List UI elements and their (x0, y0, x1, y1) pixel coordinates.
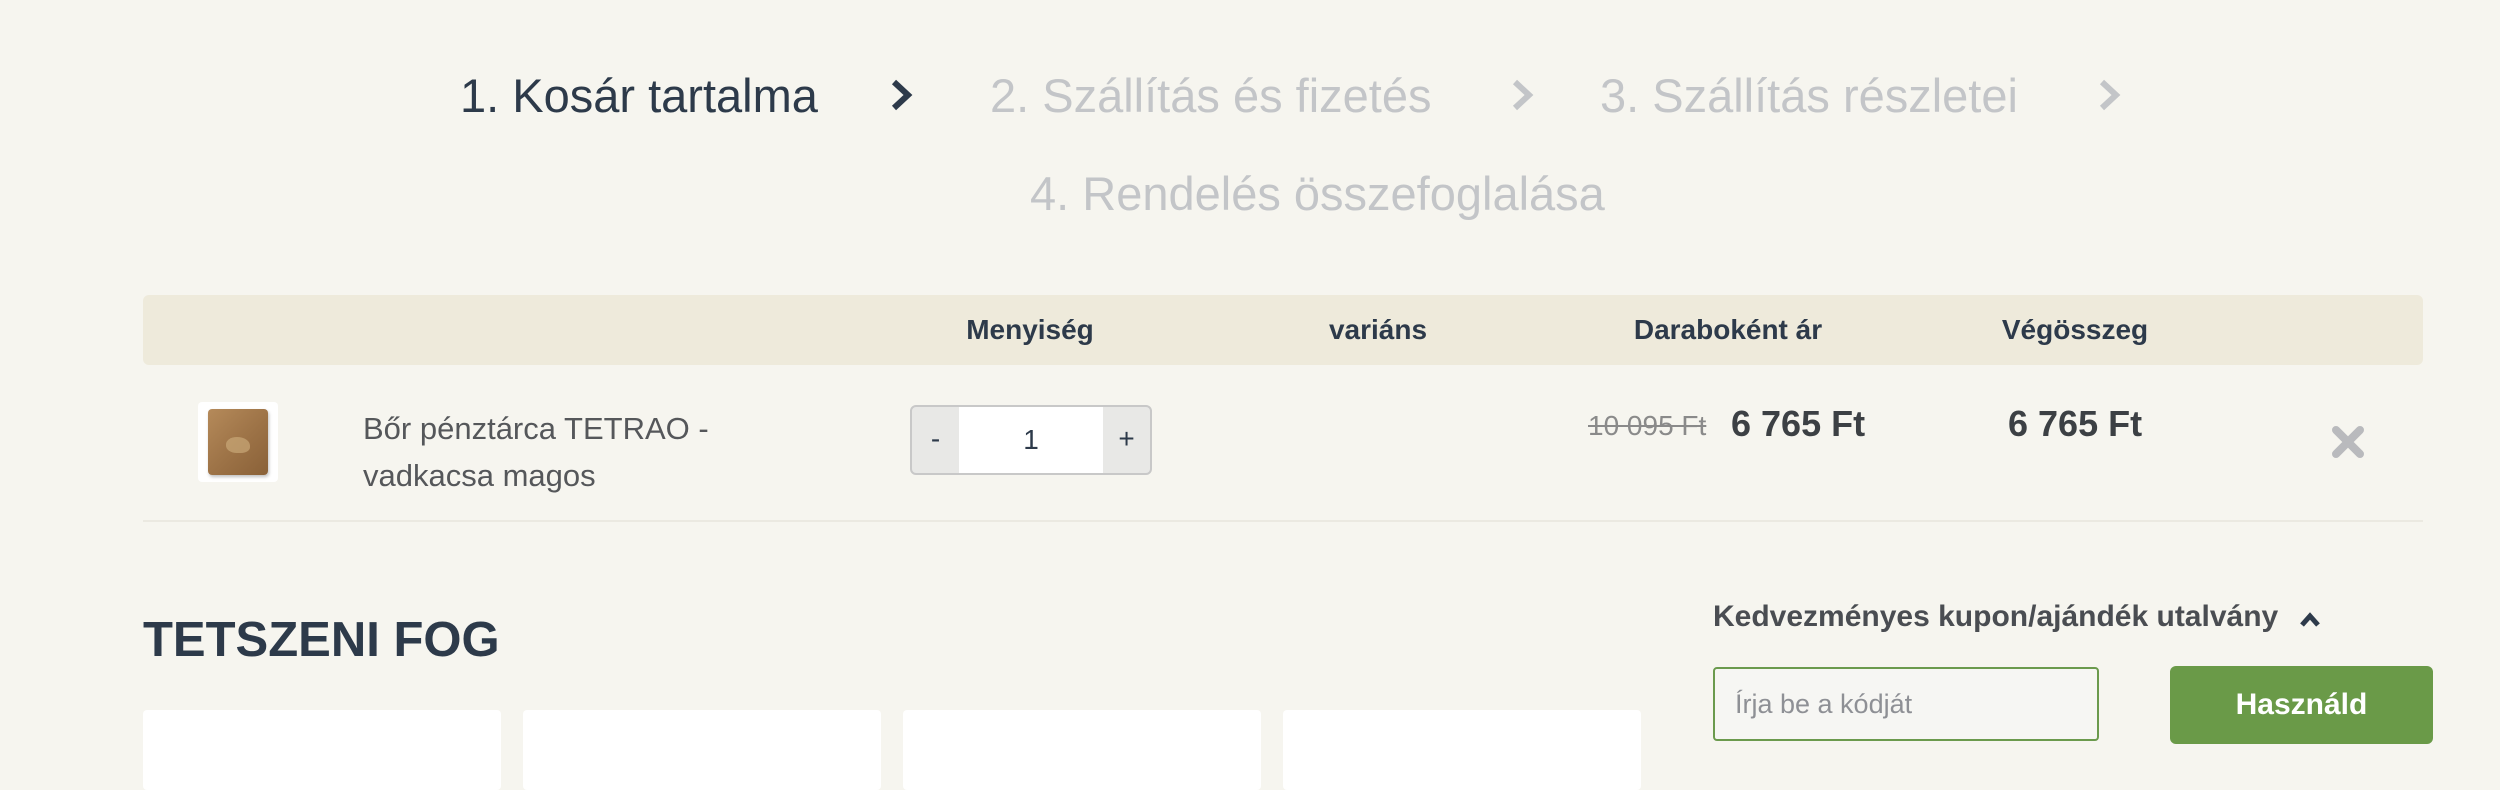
step-shipping-payment[interactable]: 2. Szállítás és fizetés (990, 72, 1431, 119)
header-variant: variáns (1328, 314, 1428, 345)
duck-emblem (226, 437, 250, 453)
original-price: 10 095 Ft (1588, 410, 1707, 441)
increase-quantity-button[interactable]: + (1103, 407, 1150, 473)
header-unit-price: Daraboként ár (1633, 314, 1823, 345)
cart-table-header: Menyiség variáns Daraboként ár Végösszeg (143, 295, 2423, 365)
quantity-stepper: - 1 + (910, 405, 1152, 475)
recommendation-card[interactable] (143, 710, 501, 790)
recommendation-card[interactable] (523, 710, 881, 790)
product-thumbnail[interactable] (198, 402, 278, 482)
coupon-code-input[interactable] (1713, 667, 2099, 741)
checkout-steps: 1. Kosár tartalma 2. Szállítás és fizeté… (0, 0, 2500, 240)
unit-price: 6 765 Ft (1731, 403, 1866, 444)
step-cart-contents[interactable]: 1. Kosár tartalma (460, 72, 818, 119)
recommendation-card[interactable] (903, 710, 1261, 790)
recommendation-card[interactable] (1283, 710, 1641, 790)
decrease-quantity-button[interactable]: - (912, 407, 959, 473)
close-icon (2332, 426, 2364, 458)
line-total: 6 765 Ft (2008, 403, 2143, 444)
remove-item-button[interactable] (2328, 422, 2368, 462)
recommendations-title: TETSZENI FOG (143, 613, 500, 667)
chevron-right-icon (2092, 78, 2126, 112)
header-quantity: Menyiség (966, 314, 1094, 345)
wallet-image (208, 409, 268, 475)
chevron-right-icon (884, 78, 918, 112)
apply-coupon-button[interactable]: Használd (2170, 666, 2433, 744)
coupon-toggle[interactable]: Kedvezményes kupon/ajándék utalvány (1713, 600, 2278, 634)
header-total: Végösszeg (2001, 314, 2149, 345)
chevron-right-icon (1505, 78, 1539, 112)
chevron-up-icon[interactable] (2298, 608, 2322, 632)
product-name[interactable]: Bőr pénztárca TETRAO - vadkacsa magos (363, 405, 743, 499)
cart-item-row: Bőr pénztárca TETRAO - vadkacsa magos - … (143, 365, 2423, 522)
step-shipping-details[interactable]: 3. Szállítás részletei (1600, 72, 2018, 119)
quantity-input[interactable]: 1 (959, 407, 1103, 473)
step-order-summary[interactable]: 4. Rendelés összefoglalása (1030, 170, 1605, 217)
